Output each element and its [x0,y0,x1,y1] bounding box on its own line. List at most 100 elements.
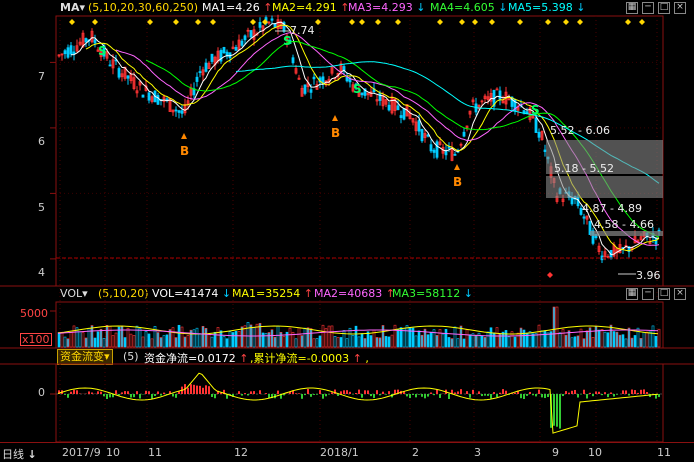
flow-bar [310,394,312,397]
flow-bar [127,391,129,394]
volume-bar [625,339,627,347]
flow-bar [373,394,375,398]
flow-bar [592,394,594,396]
candle-body [430,145,432,151]
volume-bar [382,325,384,347]
volume-bar [280,332,282,347]
signal-diamond [359,19,365,25]
flow-bar [187,388,189,394]
volume-bar [430,332,432,347]
flow-bar [433,394,435,395]
volume-bar [193,330,195,347]
volume-bar [490,328,492,347]
flow-bar [598,392,600,394]
volume-bar [592,337,594,347]
volume-bar [124,338,126,347]
flow-bar [481,394,483,396]
volume-bar [529,332,531,347]
volume-bar [196,328,198,347]
flow-bar [583,390,585,394]
volume-bar [634,335,636,347]
candle-body [421,129,423,140]
signal-diamond [195,19,201,25]
volume-bar [520,328,522,347]
flow-bar [616,394,618,395]
flow-bar [607,394,609,397]
flow-bar [67,394,69,398]
flow-bar [328,394,330,395]
price-annotation: 5.18 - 5.52 [554,162,614,175]
flow-bar [541,394,543,397]
volume-bar [541,331,543,347]
volume-bar [451,339,453,347]
flow-bar [193,385,195,394]
candle-body [259,22,261,27]
volume-bar [370,336,372,347]
volume-bar [298,328,300,347]
volume-bar [577,336,579,347]
volume-bar [457,339,459,347]
flow-bar [301,394,303,399]
volume-bar [508,337,510,347]
volume-bar [130,334,132,347]
ma2-line [86,25,659,251]
volume-bar [238,331,240,347]
flow-bar [505,391,507,394]
volume-bar [328,326,330,347]
candle-body [94,40,96,43]
volume-bar [523,330,525,347]
volume-bar [304,328,306,347]
volume-bar [601,329,603,347]
flow-bar [658,394,660,397]
flow-bar [139,394,141,399]
flow-bar [205,385,207,394]
volume-bar [205,328,207,347]
volume-bar [151,339,153,347]
volume-bar [85,338,87,347]
flow-bar [154,394,156,396]
volume-bar [121,326,123,347]
flow-bar [64,394,66,395]
volume-bar [616,332,618,347]
volume-bar [463,339,465,347]
flow-bar [370,394,372,396]
volume-bar [271,330,273,347]
volume-bar [445,329,447,347]
volume-bar [178,325,180,347]
sell-signal: S [353,82,362,96]
volume-bar [628,328,630,347]
buy-signal: B [180,144,189,158]
sell-signal: S [98,44,107,58]
flow-bar [412,394,414,395]
flow-bar [625,390,627,394]
volume-bar [475,335,477,347]
flow-bar [415,394,417,397]
flow-bar [190,384,192,394]
volume-bar [604,332,606,347]
buy-arrow [332,115,338,121]
flow-bar [208,386,210,394]
volume-bar [391,335,393,347]
flow-bar [523,394,525,399]
price-annotation: 5.52 - 6.06 [550,124,610,137]
candle-body [379,93,381,100]
flow-bar [439,394,441,398]
candle-body [64,51,66,54]
volume-bar [316,338,318,347]
flow-bar [568,393,570,394]
volume-bar [619,335,621,347]
buy-arrow [181,133,187,139]
flow-bar [361,394,363,398]
volume-bar [340,337,342,347]
volume-bar [565,335,567,347]
volume-bar [166,335,168,347]
flow-bar [604,392,606,394]
flow-bar [409,394,411,398]
volume-bar [487,332,489,347]
candle-body [142,95,144,97]
flow-bar [247,394,249,395]
candle-body [403,109,405,120]
volume-bar [301,336,303,347]
volume-bar [361,334,363,347]
flow-bar [514,393,516,394]
